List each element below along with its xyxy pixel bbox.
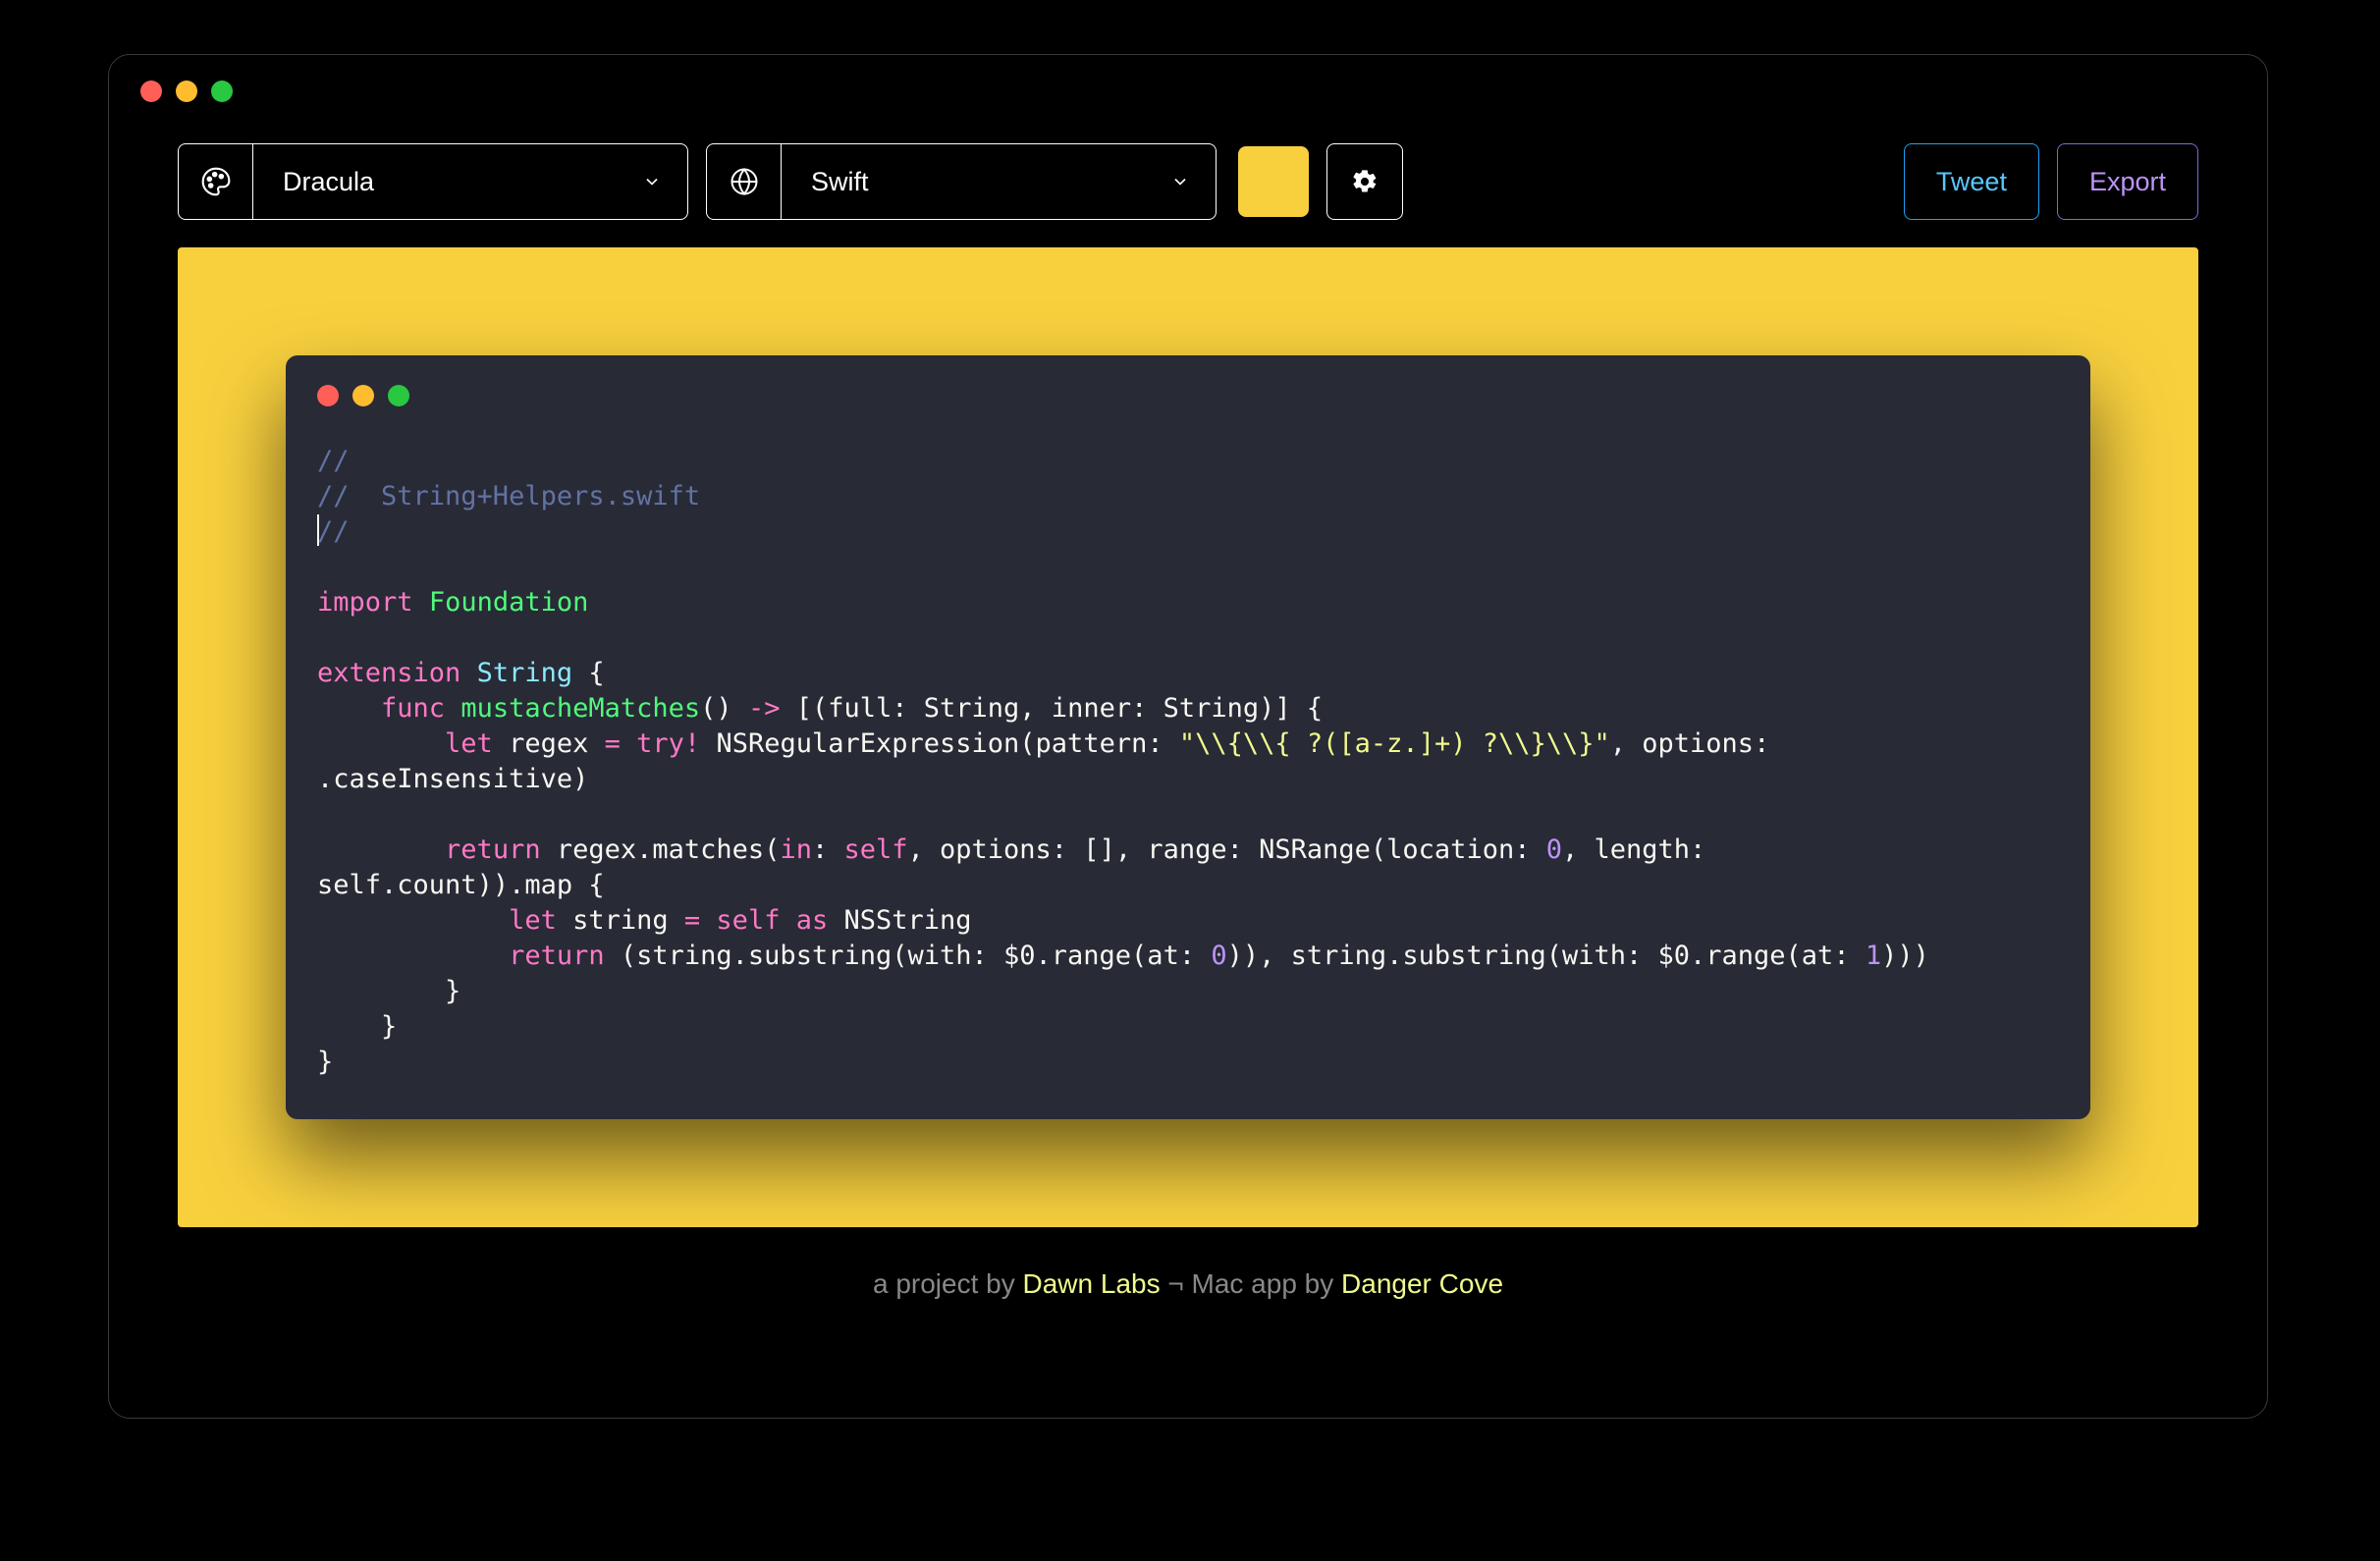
code-token: } [317, 1011, 397, 1042]
footer-link-dawnlabs[interactable]: Dawn Labs [1023, 1268, 1161, 1299]
code-token: return [445, 834, 541, 865]
export-label: Export [2089, 167, 2166, 197]
chevron-down-icon [617, 172, 687, 191]
tweet-button[interactable]: Tweet [1904, 143, 2039, 220]
code-token: , options: [], range: NSRange(location: [908, 834, 1546, 865]
code-token: Foundation [429, 587, 589, 618]
code-token: func [381, 693, 445, 724]
footer: a project by Dawn Labs ¬ Mac app by Dang… [109, 1268, 2267, 1300]
code-token: String [477, 658, 573, 688]
settings-button[interactable] [1326, 143, 1403, 220]
code-token: as [796, 905, 829, 936]
footer-text: a project by [873, 1268, 1023, 1299]
code-token: // String+Helpers.swift [317, 481, 700, 511]
minimize-icon[interactable] [176, 81, 197, 102]
gear-icon [1351, 168, 1379, 195]
close-icon [317, 385, 339, 406]
code-token: regex.matches( [541, 834, 781, 865]
canvas-background: // // String+Helpers.swift // import Fou… [178, 247, 2198, 1227]
code-editor[interactable]: // // String+Helpers.swift // import Fou… [317, 444, 2059, 1080]
code-token: "\\{\\{ ?([a-z.]+) ?\\}\\}" [1179, 728, 1610, 759]
zoom-icon [388, 385, 409, 406]
code-token: self [700, 905, 796, 936]
code-window: // // String+Helpers.swift // import Fou… [286, 355, 2090, 1119]
code-token: NSString [828, 905, 971, 936]
zoom-icon[interactable] [211, 81, 233, 102]
code-token: -> [748, 693, 781, 724]
code-token: } [317, 1047, 333, 1077]
code-token: )), string.substring(with: $0.range(at: [1227, 941, 1866, 971]
footer-text: ¬ Mac app by [1161, 1268, 1341, 1299]
export-button[interactable]: Export [2057, 143, 2198, 220]
code-token: 1 [1866, 941, 1881, 971]
code-token: mustacheMatches [460, 693, 700, 724]
app-window: Dracula Swift [108, 54, 2268, 1419]
code-token: ! [684, 728, 700, 759]
code-token: = [605, 728, 621, 759]
close-icon[interactable] [140, 81, 162, 102]
palette-icon [179, 144, 253, 219]
code-token: { [572, 658, 605, 688]
language-select-label: Swift [782, 167, 1145, 197]
window-traffic-lights [140, 81, 233, 102]
code-token: NSRegularExpression(pattern: [700, 728, 1179, 759]
theme-select-label: Dracula [253, 167, 617, 197]
code-token: .caseInsensitive [317, 764, 572, 794]
code-token: = [684, 905, 700, 936]
code-token: )).map { [477, 870, 605, 900]
background-color-swatch[interactable] [1238, 146, 1309, 217]
code-token: ) [572, 764, 588, 794]
code-token: import [317, 587, 413, 618]
code-token: 0 [1546, 834, 1562, 865]
code-window-traffic-lights [317, 385, 2059, 406]
code-token: extension [317, 658, 460, 688]
minimize-icon [352, 385, 374, 406]
code-token: in [780, 834, 812, 865]
code-token: 0 [1211, 941, 1226, 971]
code-token: // [317, 446, 350, 476]
code-token: self [843, 834, 907, 865]
code-token: ))) [1881, 941, 1929, 971]
toolbar: Dracula Swift [109, 143, 2267, 220]
code-token: let [509, 905, 557, 936]
globe-icon [707, 144, 782, 219]
code-token: self.count [317, 870, 477, 900]
code-token: , length: [1562, 834, 1722, 865]
code-token: } [317, 976, 460, 1006]
code-token: // [317, 516, 350, 547]
chevron-down-icon [1145, 172, 1216, 191]
code-token: let [445, 728, 493, 759]
code-token: regex [493, 728, 605, 759]
tweet-label: Tweet [1936, 167, 2007, 197]
code-token: [(full: String, inner: String)] { [780, 693, 1323, 724]
footer-link-dangercove[interactable]: Danger Cove [1341, 1268, 1503, 1299]
code-token: , options: [1610, 728, 1786, 759]
language-select[interactable]: Swift [706, 143, 1217, 220]
text-cursor [317, 514, 319, 546]
code-token: try [621, 728, 684, 759]
theme-select[interactable]: Dracula [178, 143, 688, 220]
code-token: () [700, 693, 748, 724]
code-token: string [557, 905, 684, 936]
code-token: return [509, 941, 605, 971]
code-token: (string.substring(with: $0.range(at: [605, 941, 1212, 971]
